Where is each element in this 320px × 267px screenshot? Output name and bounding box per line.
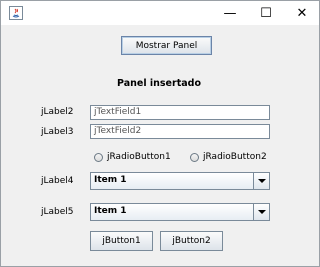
combo-box-1[interactable]: Item 1 [90,172,270,190]
radio-label-1: jRadioButton1 [107,152,171,162]
jbutton1[interactable]: jButton1 [90,231,153,251]
application-window: — ☐ ✕ Mostrar Panel Panel insertado jLab… [0,0,320,267]
label-jlabel3: jLabel3 [41,127,74,137]
radio-option-2[interactable]: jRadioButton2 [190,152,267,162]
chevron-down-icon [257,179,266,183]
java-icon [9,6,23,20]
maximize-icon: ☐ [260,5,272,21]
jbutton2[interactable]: jButton2 [160,231,223,251]
combo-box-2[interactable]: Item 1 [90,203,270,221]
minimize-button[interactable]: — [213,1,247,25]
combo-1-dropdown-button[interactable] [253,173,269,189]
label-jlabel2: jLabel2 [41,107,74,117]
radio-circle-icon[interactable] [94,152,103,162]
close-icon: ✕ [296,5,308,21]
maximize-button[interactable]: ☐ [249,1,283,25]
radio-circle-icon[interactable] [190,152,199,162]
textfield-2[interactable]: jTextField2 [90,124,270,139]
combo-2-value: Item 1 [94,206,127,216]
combo-2-dropdown-button[interactable] [253,204,269,220]
label-jlabel5: jLabel5 [41,207,74,217]
content-pane: Mostrar Panel Panel insertado jLabel2 jT… [1,25,319,266]
radio-option-1[interactable]: jRadioButton1 [94,152,171,162]
radio-label-2: jRadioButton2 [203,152,267,162]
minimize-icon: — [223,5,237,21]
combo-1-value: Item 1 [94,175,127,185]
chevron-down-icon [257,210,266,214]
panel-title: Panel insertado [117,78,201,89]
label-jlabel4: jLabel4 [41,176,74,186]
textfield-1[interactable]: jTextField1 [90,105,270,120]
title-bar: — ☐ ✕ [1,1,319,25]
show-panel-button[interactable]: Mostrar Panel [121,36,212,55]
close-button[interactable]: ✕ [285,1,319,25]
